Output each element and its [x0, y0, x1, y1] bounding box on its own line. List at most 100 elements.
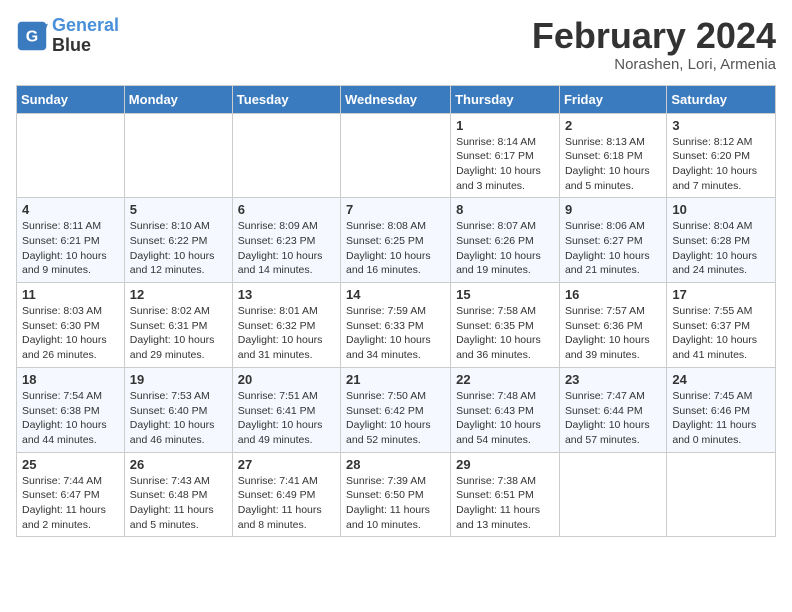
calendar-cell: 10Sunrise: 8:04 AM Sunset: 6:28 PM Dayli…: [667, 198, 776, 283]
calendar-cell: 12 Sunrise: 8:02 AM Sunset: 6:31 PM Dayli…: [124, 283, 232, 368]
day-number: 13: [238, 287, 335, 302]
day-info: Sunrise: 7:39 AM Sunset: 6:50 PM Dayligh…: [346, 474, 445, 533]
calendar-cell: [667, 452, 776, 537]
logo-text: GeneralBlue: [52, 16, 119, 56]
day-number: 27: [238, 457, 335, 472]
calendar-week-row: 18 Sunrise: 7:54 AM Sunset: 6:38 PM Dayli…: [17, 367, 776, 452]
day-info: Sunrise: 8:11 AM Sunset: 6:21 PM Dayligh…: [22, 219, 119, 278]
calendar-cell: 18 Sunrise: 7:54 AM Sunset: 6:38 PM Dayli…: [17, 367, 125, 452]
day-info: Sunrise: 7:59 AM Sunset: 6:33 PM Dayligh…: [346, 304, 445, 363]
calendar-table: SundayMondayTuesdayWednesdayThursdayFrid…: [16, 85, 776, 538]
weekday-header: Saturday: [667, 85, 776, 113]
day-number: 20: [238, 372, 335, 387]
day-info: Sunrise: 8:12 AM Sunset: 6:20 PM Dayligh…: [672, 135, 770, 194]
day-number: 18: [22, 372, 119, 387]
day-info: Sunrise: 7:48 AM Sunset: 6:43 PM Dayligh…: [456, 389, 554, 448]
calendar-cell: 23 Sunrise: 7:47 AM Sunset: 6:44 PM Dayli…: [559, 367, 666, 452]
calendar-cell: [124, 113, 232, 198]
day-number: 14: [346, 287, 445, 302]
day-info: Sunrise: 8:02 AM Sunset: 6:31 PM Dayligh…: [130, 304, 227, 363]
day-info: Sunrise: 8:04 AM Sunset: 6:28 PM Dayligh…: [672, 219, 770, 278]
calendar-cell: 26Sunrise: 7:43 AM Sunset: 6:48 PM Dayli…: [124, 452, 232, 537]
day-info: Sunrise: 8:03 AM Sunset: 6:30 PM Dayligh…: [22, 304, 119, 363]
calendar-cell: 20 Sunrise: 7:51 AM Sunset: 6:41 PM Dayli…: [232, 367, 340, 452]
day-number: 2: [565, 118, 661, 133]
calendar-cell: 2 Sunrise: 8:13 AM Sunset: 6:18 PM Daylig…: [559, 113, 666, 198]
day-number: 5: [130, 202, 227, 217]
calendar-cell: [232, 113, 340, 198]
day-number: 6: [238, 202, 335, 217]
day-number: 9: [565, 202, 661, 217]
day-number: 21: [346, 372, 445, 387]
weekday-header: Wednesday: [341, 85, 451, 113]
day-number: 8: [456, 202, 554, 217]
day-info: Sunrise: 7:54 AM Sunset: 6:38 PM Dayligh…: [22, 389, 119, 448]
day-info: Sunrise: 8:14 AM Sunset: 6:17 PM Dayligh…: [456, 135, 554, 194]
calendar-cell: 24 Sunrise: 7:45 AM Sunset: 6:46 PM Dayli…: [667, 367, 776, 452]
day-number: 28: [346, 457, 445, 472]
calendar-cell: 17 Sunrise: 7:55 AM Sunset: 6:37 PM Dayli…: [667, 283, 776, 368]
calendar-cell: 1 Sunrise: 8:14 AM Sunset: 6:17 PM Daylig…: [451, 113, 560, 198]
day-number: 19: [130, 372, 227, 387]
day-number: 22: [456, 372, 554, 387]
day-number: 23: [565, 372, 661, 387]
day-info: Sunrise: 7:57 AM Sunset: 6:36 PM Dayligh…: [565, 304, 661, 363]
day-number: 11: [22, 287, 119, 302]
day-info: Sunrise: 8:13 AM Sunset: 6:18 PM Dayligh…: [565, 135, 661, 194]
day-number: 4: [22, 202, 119, 217]
day-number: 16: [565, 287, 661, 302]
calendar-cell: 4 Sunrise: 8:11 AM Sunset: 6:21 PM Daylig…: [17, 198, 125, 283]
day-info: Sunrise: 8:01 AM Sunset: 6:32 PM Dayligh…: [238, 304, 335, 363]
day-info: Sunrise: 8:06 AM Sunset: 6:27 PM Dayligh…: [565, 219, 661, 278]
location: Norashen, Lori, Armenia: [532, 56, 776, 73]
day-info: Sunrise: 8:09 AM Sunset: 6:23 PM Dayligh…: [238, 219, 335, 278]
day-number: 24: [672, 372, 770, 387]
calendar-cell: 7 Sunrise: 8:08 AM Sunset: 6:25 PM Daylig…: [341, 198, 451, 283]
calendar-cell: 3Sunrise: 8:12 AM Sunset: 6:20 PM Daylig…: [667, 113, 776, 198]
day-info: Sunrise: 7:45 AM Sunset: 6:46 PM Dayligh…: [672, 389, 770, 448]
calendar-cell: 21Sunrise: 7:50 AM Sunset: 6:42 PM Dayli…: [341, 367, 451, 452]
calendar-week-row: 25 Sunrise: 7:44 AM Sunset: 6:47 PM Dayli…: [17, 452, 776, 537]
calendar-cell: 15 Sunrise: 7:58 AM Sunset: 6:35 PM Dayli…: [451, 283, 560, 368]
day-info: Sunrise: 7:58 AM Sunset: 6:35 PM Dayligh…: [456, 304, 554, 363]
weekday-header: Monday: [124, 85, 232, 113]
day-number: 25: [22, 457, 119, 472]
day-info: Sunrise: 7:38 AM Sunset: 6:51 PM Dayligh…: [456, 474, 554, 533]
calendar-cell: 19 Sunrise: 7:53 AM Sunset: 6:40 PM Dayli…: [124, 367, 232, 452]
day-info: Sunrise: 8:07 AM Sunset: 6:26 PM Dayligh…: [456, 219, 554, 278]
logo-icon: G: [16, 20, 48, 52]
month-title: February 2024: [532, 16, 776, 56]
day-number: 26: [130, 457, 227, 472]
calendar-cell: 27 Sunrise: 7:41 AM Sunset: 6:49 PM Dayli…: [232, 452, 340, 537]
calendar-cell: [341, 113, 451, 198]
calendar-cell: 9 Sunrise: 8:06 AM Sunset: 6:27 PM Daylig…: [559, 198, 666, 283]
day-info: Sunrise: 7:41 AM Sunset: 6:49 PM Dayligh…: [238, 474, 335, 533]
calendar-cell: 25 Sunrise: 7:44 AM Sunset: 6:47 PM Dayli…: [17, 452, 125, 537]
weekday-header-row: SundayMondayTuesdayWednesdayThursdayFrid…: [17, 85, 776, 113]
title-block: February 2024 Norashen, Lori, Armenia: [532, 16, 776, 73]
day-number: 7: [346, 202, 445, 217]
day-info: Sunrise: 7:47 AM Sunset: 6:44 PM Dayligh…: [565, 389, 661, 448]
weekday-header: Sunday: [17, 85, 125, 113]
day-number: 17: [672, 287, 770, 302]
svg-text:G: G: [26, 28, 38, 45]
day-info: Sunrise: 8:10 AM Sunset: 6:22 PM Dayligh…: [130, 219, 227, 278]
weekday-header: Tuesday: [232, 85, 340, 113]
calendar-cell: 6 Sunrise: 8:09 AM Sunset: 6:23 PM Daylig…: [232, 198, 340, 283]
day-info: Sunrise: 7:44 AM Sunset: 6:47 PM Dayligh…: [22, 474, 119, 533]
day-info: Sunrise: 7:51 AM Sunset: 6:41 PM Dayligh…: [238, 389, 335, 448]
calendar-week-row: 1 Sunrise: 8:14 AM Sunset: 6:17 PM Daylig…: [17, 113, 776, 198]
calendar-cell: [559, 452, 666, 537]
page-header: G GeneralBlue February 2024 Norashen, Lo…: [16, 16, 776, 73]
day-info: Sunrise: 7:55 AM Sunset: 6:37 PM Dayligh…: [672, 304, 770, 363]
calendar-cell: 5 Sunrise: 8:10 AM Sunset: 6:22 PM Daylig…: [124, 198, 232, 283]
day-info: Sunrise: 8:08 AM Sunset: 6:25 PM Dayligh…: [346, 219, 445, 278]
logo: G GeneralBlue: [16, 16, 119, 56]
day-number: 15: [456, 287, 554, 302]
calendar-cell: [17, 113, 125, 198]
day-info: Sunrise: 7:53 AM Sunset: 6:40 PM Dayligh…: [130, 389, 227, 448]
day-number: 1: [456, 118, 554, 133]
day-number: 12: [130, 287, 227, 302]
calendar-cell: 28 Sunrise: 7:39 AM Sunset: 6:50 PM Dayli…: [341, 452, 451, 537]
calendar-cell: 14 Sunrise: 7:59 AM Sunset: 6:33 PM Dayli…: [341, 283, 451, 368]
